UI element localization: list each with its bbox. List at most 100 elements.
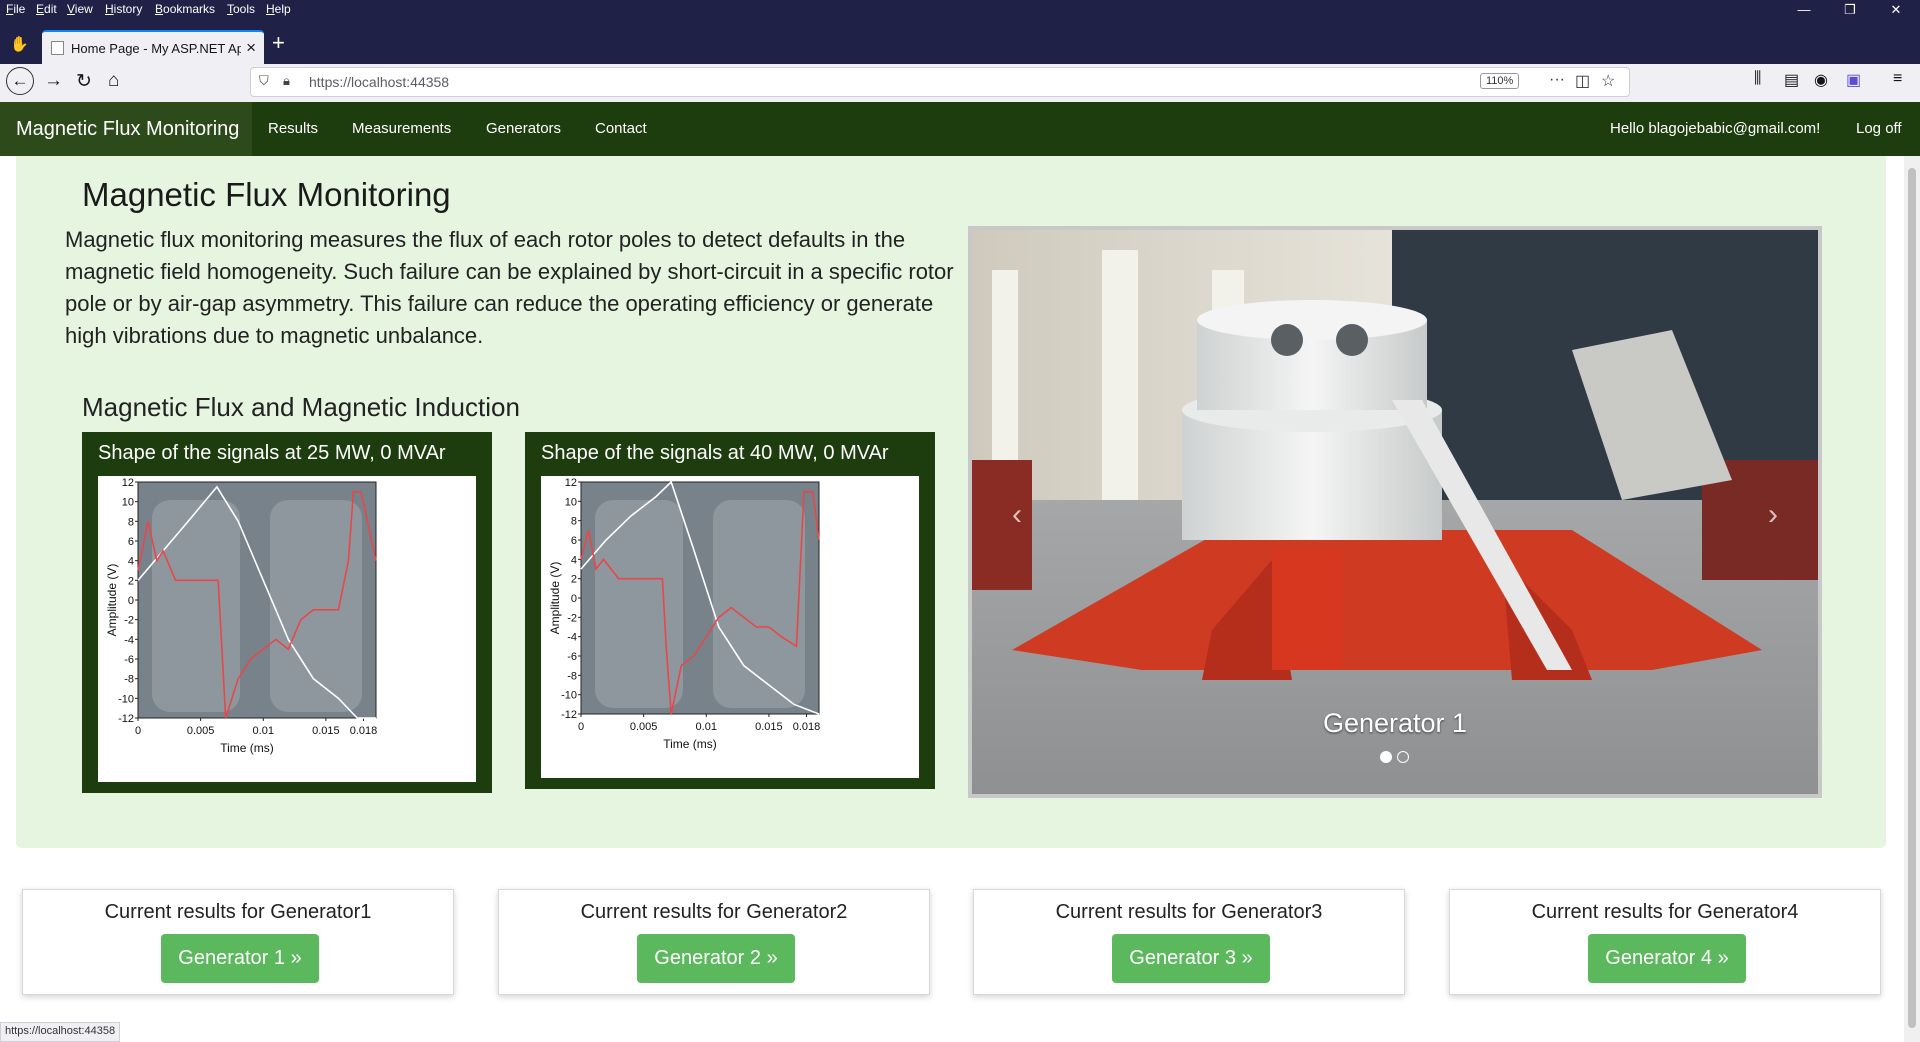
menu-file[interactable]: File	[6, 2, 25, 16]
signal-chart-40mw: 121086420-2-4-6-8-10-120 0.005 0.01 0.015 0.…	[548, 477, 820, 751]
pocket-icon[interactable]: ◫	[1575, 71, 1590, 91]
library-icon[interactable]: ⫼	[1754, 70, 1761, 88]
signal-caption: Shape of the signals at 40 MW, 0 MVAr	[541, 442, 889, 464]
carousel-indicator-1[interactable]	[1380, 751, 1392, 763]
y-tick-label: 10	[122, 497, 134, 509]
y-tick-label: 10	[565, 496, 577, 508]
y-tick-label: -8	[567, 670, 577, 682]
browser-chrome: File Edit View History Bookmarks Tools H…	[0, 0, 1920, 102]
generator-card-1: Current results for Generator1 Generator…	[22, 889, 454, 995]
forward-icon[interactable]: →	[44, 70, 63, 92]
restore-icon[interactable]: ❐	[1830, 2, 1870, 18]
site-brand[interactable]: Magnetic Flux Monitoring	[0, 102, 252, 156]
status-bar: https://localhost:44358	[0, 1022, 121, 1042]
menu-history[interactable]: History	[105, 2, 142, 16]
y-tick-label: -8	[124, 674, 134, 686]
zoom-level[interactable]: 110%	[1480, 73, 1520, 89]
x-tick-label: 0.015	[312, 725, 340, 737]
generator-4-button[interactable]: Generator 4 »	[1588, 934, 1746, 983]
new-tab-icon[interactable]: +	[272, 30, 285, 56]
url-text[interactable]: https://localhost:44358	[309, 74, 449, 90]
y-tick-label: 8	[128, 516, 134, 528]
tab-strip: ✋ Home Page - My ASP.NET Application × +	[0, 24, 1920, 64]
menu-tools[interactable]: Tools	[227, 2, 255, 16]
x-tick-label: 0.018	[350, 725, 378, 737]
y-tick-label: 0	[571, 593, 577, 605]
y-tick-label: -4	[124, 634, 134, 646]
page-scrollbar[interactable]	[1904, 156, 1920, 1042]
page-title: Magnetic Flux Monitoring	[82, 176, 451, 213]
hamburger-menu-icon[interactable]: ≡	[1893, 70, 1902, 88]
x-tick-label: 0.015	[755, 721, 783, 733]
signal-chart-25mw: 121086420-2-4-6-8-10-120 0.005 0.01 0.015 0.…	[105, 477, 378, 755]
back-icon[interactable]: ←	[6, 67, 34, 95]
menu-bar: File Edit View History Bookmarks Tools H…	[0, 0, 1920, 20]
tab-title: Home Page - My ASP.NET Application	[71, 41, 241, 56]
signal-plot: 12 10 8 6 4 2 0 -2 -4 -6 -8 -10 -12 0 0.005 0.01 0.015 0.…	[98, 476, 476, 782]
page-actions-icon[interactable]: ···	[1549, 71, 1565, 89]
carousel-indicators	[1380, 750, 1414, 768]
generator-card-4: Current results for Generator4 Generator…	[1449, 889, 1881, 995]
generator-card-title: Current results for Generator4	[1531, 901, 1799, 923]
signal-caption: Shape of the signals at 25 MW, 0 MVAr	[98, 442, 446, 464]
firefox-view-icon[interactable]: ✋	[10, 35, 29, 53]
nav-results[interactable]: Results	[268, 102, 318, 156]
nav-log-off[interactable]: Log off	[1856, 102, 1902, 156]
scrollbar-thumb[interactable]	[1908, 168, 1916, 1028]
browser-toolbar: ← → ↻ ⌂ ⛉ 🔒︎ https://localhost:44358 110…	[0, 64, 1920, 102]
account-icon[interactable]: ◉	[1814, 70, 1828, 90]
generator-card-2: Current results for Generator2 Generator…	[498, 889, 930, 995]
plot-background-shape	[595, 500, 683, 708]
signal-plot: 12 10 8 6 4 2 0 -2 -4 -6 -8 -10 -12 0 0.005 0.01 0.015 0.…	[541, 476, 919, 778]
menu-edit[interactable]: Edit	[36, 2, 57, 16]
y-tick-label: 6	[128, 536, 134, 548]
home-icon[interactable]: ⌂	[108, 70, 119, 92]
y-tick-label: -4	[567, 632, 577, 644]
generator-2-button[interactable]: Generator 2 »	[637, 934, 795, 983]
y-tick-label: -6	[567, 651, 577, 663]
carousel-next-icon[interactable]: ›	[1768, 498, 1778, 532]
site-navbar: Magnetic Flux Monitoring Results Measure…	[0, 102, 1920, 156]
sidebar-icon[interactable]: ▤	[1784, 70, 1799, 90]
close-tab-icon[interactable]: ×	[246, 38, 256, 58]
nav-user-greeting[interactable]: Hello blagojebabic@gmail.com!	[1610, 102, 1820, 156]
y-tick-label: -12	[118, 713, 134, 725]
generator-1-button[interactable]: Generator 1 »	[161, 934, 319, 983]
generator-3-button[interactable]: Generator 3 »	[1112, 934, 1270, 983]
tracking-shield-icon[interactable]: ⛉	[259, 73, 269, 89]
x-tick-label: 0.005	[630, 721, 658, 733]
menu-bookmarks[interactable]: Bookmarks	[155, 2, 215, 16]
x-tick-label: 0.005	[187, 725, 215, 737]
y-tick-label: -10	[561, 690, 577, 702]
minimize-icon[interactable]: —	[1784, 2, 1824, 17]
intro-text: Magnetic flux monitoring measures the fl…	[65, 227, 954, 348]
signal-card-25mw: Shape of the signals at 25 MW, 0 MVAr 12…	[82, 432, 492, 793]
close-window-icon[interactable]: ✕	[1876, 2, 1916, 18]
y-tick-label: -6	[124, 654, 134, 666]
generator-card-title: Current results for Generator3	[1055, 901, 1323, 923]
menu-help[interactable]: Help	[266, 2, 291, 16]
y-tick-label: -2	[567, 612, 577, 624]
menu-view[interactable]: View	[67, 2, 93, 16]
y-tick-label: 6	[571, 535, 577, 547]
x-tick-label: 0	[135, 725, 141, 737]
x-tick-label: 0	[578, 721, 584, 733]
address-bar[interactable]: ⛉ 🔒︎ https://localhost:44358 110% ··· ◫ …	[250, 67, 1630, 97]
generator-carousel[interactable]: ‹ › Generator 1	[968, 226, 1822, 798]
nav-contact[interactable]: Contact	[595, 102, 647, 156]
y-tick-label: 0	[128, 595, 134, 607]
x-tick-label: 0.01	[696, 721, 717, 733]
bookmark-star-icon[interactable]: ☆	[1601, 71, 1615, 91]
carousel-indicator-2[interactable]	[1397, 751, 1409, 763]
nav-measurements[interactable]: Measurements	[352, 102, 451, 156]
carousel-prev-icon[interactable]: ‹	[1012, 498, 1022, 532]
extension-icon[interactable]: ▣	[1846, 70, 1861, 90]
nav-generators[interactable]: Generators	[486, 102, 561, 156]
lock-icon[interactable]: 🔒︎	[283, 73, 290, 89]
y-tick-label: -2	[124, 615, 134, 627]
tab-home-page[interactable]: Home Page - My ASP.NET Application ×	[42, 30, 264, 64]
x-axis-label: Time (ms)	[220, 741, 274, 755]
reload-icon[interactable]: ↻	[76, 70, 92, 93]
page-favicon-icon	[51, 41, 64, 55]
signal-card-40mw: Shape of the signals at 40 MW, 0 MVAr 12…	[525, 432, 935, 789]
